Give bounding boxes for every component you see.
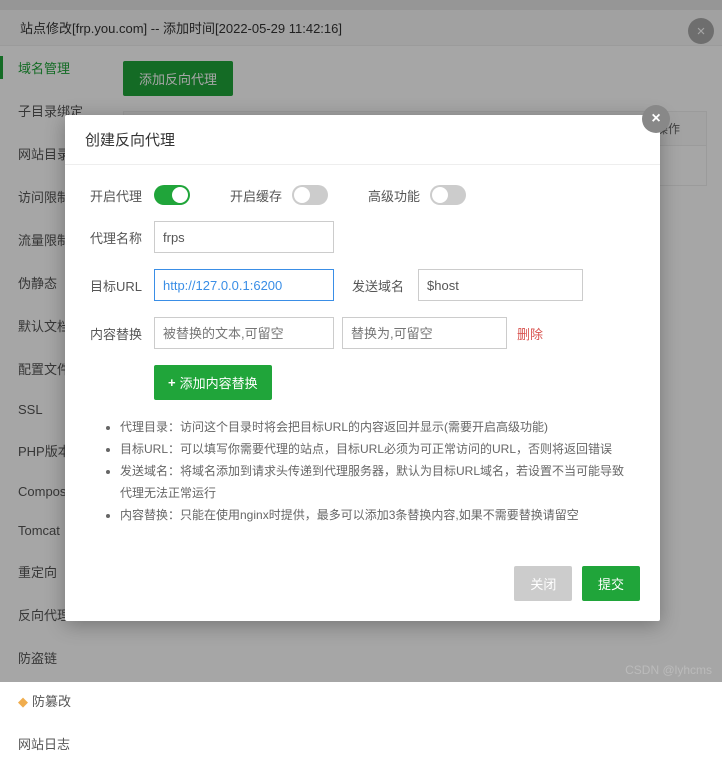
- proxy-name-input[interactable]: [154, 221, 334, 253]
- enable-cache-toggle[interactable]: [292, 185, 328, 205]
- help-item: 发送域名：将域名添加到请求头传递到代理服务器，默认为目标URL域名，若设置不当可…: [120, 460, 635, 504]
- sidebar-item-tamper[interactable]: 防篡改: [0, 679, 108, 722]
- replace-from-input[interactable]: [154, 317, 334, 349]
- enable-cache-label: 开启缓存: [230, 186, 282, 205]
- replace-to-input[interactable]: [342, 317, 507, 349]
- sidebar-item-sitelog[interactable]: 网站日志: [0, 722, 108, 765]
- dialog-title: 创建反向代理: [65, 115, 660, 165]
- close-button[interactable]: 关闭: [514, 566, 572, 601]
- enable-proxy-toggle[interactable]: [154, 185, 190, 205]
- delete-link[interactable]: 删除: [517, 324, 543, 343]
- send-domain-label: 发送域名: [352, 276, 408, 295]
- help-item: 内容替换：只能在使用nginx时提供，最多可以添加3条替换内容,如果不需要替换请…: [120, 504, 635, 526]
- advanced-label: 高级功能: [368, 186, 420, 205]
- replace-label: 内容替换: [90, 324, 154, 343]
- help-item: 目标URL：可以填写你需要代理的站点，目标URL必须为可正常访问的URL，否则将…: [120, 438, 635, 460]
- plus-icon: +: [168, 375, 176, 390]
- submit-button[interactable]: 提交: [582, 566, 640, 601]
- dialog: × 创建反向代理 开启代理 开启缓存 高级功能 代理名称 目标URL 发送域名 …: [65, 115, 660, 621]
- enable-proxy-label: 开启代理: [90, 186, 154, 205]
- target-url-label: 目标URL: [90, 276, 154, 295]
- help-item: 代理目录：访问这个目录时将会把目标URL的内容返回并显示(需要开启高级功能): [120, 416, 635, 438]
- add-replace-button[interactable]: + 添加内容替换: [154, 365, 272, 400]
- help-list: 代理目录：访问这个目录时将会把目标URL的内容返回并显示(需要开启高级功能) 目…: [90, 416, 635, 526]
- add-replace-label: 添加内容替换: [180, 373, 258, 392]
- close-icon[interactable]: ×: [642, 105, 670, 133]
- advanced-toggle[interactable]: [430, 185, 466, 205]
- proxy-name-label: 代理名称: [90, 228, 154, 247]
- send-domain-input[interactable]: [418, 269, 583, 301]
- target-url-input[interactable]: [154, 269, 334, 301]
- watermark: CSDN @lyhcms: [625, 663, 712, 677]
